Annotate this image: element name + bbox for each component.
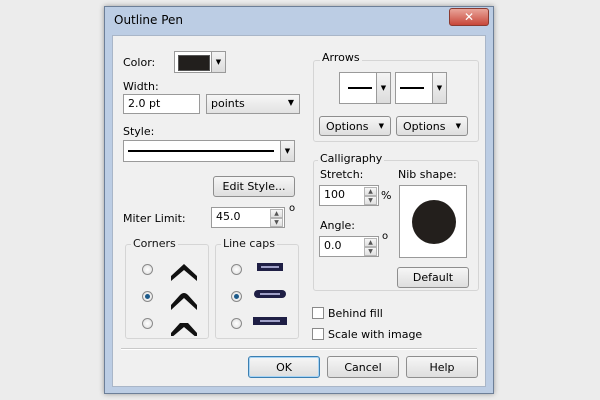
spin-down-icon[interactable]: ▼: [364, 247, 377, 256]
options-label: Options: [326, 119, 369, 133]
corner-round-radio[interactable]: [142, 291, 153, 302]
chevron-down-icon: ▼: [455, 122, 461, 130]
spin-up-icon[interactable]: ▲: [364, 187, 377, 196]
line-caps-title: Line caps: [221, 237, 277, 250]
behind-fill-checkbox[interactable]: [312, 307, 324, 319]
degree-symbol: o: [289, 203, 296, 214]
corner-miter-radio[interactable]: [142, 264, 153, 275]
width-value: 2.0 pt: [128, 97, 161, 110]
corner-styles-icon: [171, 264, 197, 336]
cancel-button[interactable]: Cancel: [327, 356, 399, 378]
spin-down-icon[interactable]: ▼: [364, 196, 377, 205]
corners-title: Corners: [131, 237, 178, 250]
width-units-value: points: [211, 97, 245, 110]
stretch-spinner[interactable]: ▲ ▼: [364, 187, 377, 205]
chevron-down-icon: ▼: [287, 98, 294, 107]
style-dropdown-arrow[interactable]: ▼: [280, 141, 294, 161]
outline-pen-dialog: Outline Pen ✕ Color: ▼ Width: 2.0 pt poi…: [104, 6, 494, 394]
color-picker[interactable]: ▼: [174, 51, 226, 73]
stretch-label: Stretch:: [320, 168, 364, 181]
miter-limit-label: Miter Limit:: [123, 212, 186, 225]
degree-symbol: o: [382, 231, 389, 242]
chevron-down-icon: ▼: [436, 84, 443, 92]
cap-square-radio[interactable]: [231, 318, 242, 329]
start-arrow-select[interactable]: ▼: [339, 72, 391, 104]
line-style-preview: [128, 150, 274, 152]
chevron-down-icon: ▼: [215, 58, 222, 66]
chevron-down-icon: ▼: [284, 147, 291, 155]
start-arrow-preview: [348, 87, 372, 89]
color-dropdown-arrow[interactable]: ▼: [211, 52, 225, 72]
end-arrow-preview: [400, 87, 424, 89]
scale-with-image-checkbox[interactable]: [312, 328, 324, 340]
spin-up-icon[interactable]: ▲: [270, 209, 283, 218]
style-label: Style:: [123, 125, 155, 138]
spin-up-icon[interactable]: ▲: [364, 238, 377, 247]
percent-symbol: %: [381, 189, 392, 202]
options-label: Options: [403, 119, 446, 133]
close-button[interactable]: ✕: [449, 8, 489, 26]
end-arrow-dropdown[interactable]: ▼: [432, 73, 446, 103]
window-title: Outline Pen: [114, 13, 184, 27]
nib-shape-preview[interactable]: [399, 185, 467, 258]
color-label: Color:: [123, 56, 156, 69]
color-swatch: [178, 55, 210, 71]
line-style-select[interactable]: ▼: [123, 140, 295, 162]
corner-bevel-radio[interactable]: [142, 318, 153, 329]
start-arrow-dropdown[interactable]: ▼: [376, 73, 390, 103]
edit-style-button[interactable]: Edit Style...: [213, 176, 295, 197]
arrow-start-options-button[interactable]: Options ▼: [319, 116, 391, 136]
spin-down-icon[interactable]: ▼: [270, 218, 283, 227]
miter-limit-input[interactable]: 45.0 ▲ ▼: [211, 207, 285, 228]
stretch-input[interactable]: 100 ▲ ▼: [319, 185, 379, 206]
default-nib-button[interactable]: Default: [397, 267, 469, 288]
ok-button[interactable]: OK: [248, 356, 320, 378]
miter-spinner[interactable]: ▲ ▼: [270, 209, 283, 227]
angle-label: Angle:: [320, 219, 356, 232]
behind-fill-label: Behind fill: [328, 307, 383, 320]
scale-with-image-label: Scale with image: [328, 328, 423, 341]
cap-butt-radio[interactable]: [231, 264, 242, 275]
cap-round-radio[interactable]: [231, 291, 242, 302]
arrows-title: Arrows: [320, 51, 362, 64]
calligraphy-title: Calligraphy: [318, 152, 385, 165]
title-bar[interactable]: Outline Pen ✕: [105, 7, 493, 33]
dialog-body: Color: ▼ Width: 2.0 pt points ▼ Style: ▼…: [112, 35, 486, 387]
angle-spinner[interactable]: ▲ ▼: [364, 238, 377, 256]
width-label: Width:: [123, 80, 159, 93]
help-button[interactable]: Help: [406, 356, 478, 378]
angle-value: 0.0: [324, 239, 342, 252]
stretch-value: 100: [324, 188, 345, 201]
miter-limit-value: 45.0: [216, 210, 241, 223]
width-input[interactable]: 2.0 pt: [123, 94, 200, 114]
nib-circle: [412, 200, 456, 244]
footer-separator: [121, 348, 477, 350]
close-icon: ✕: [463, 10, 475, 24]
line-cap-styles-icon: [253, 263, 287, 325]
angle-input[interactable]: 0.0 ▲ ▼: [319, 236, 379, 257]
arrow-end-options-button[interactable]: Options ▼: [396, 116, 468, 136]
end-arrow-select[interactable]: ▼: [395, 72, 447, 104]
chevron-down-icon: ▼: [378, 122, 384, 130]
nib-shape-label: Nib shape:: [398, 168, 457, 181]
chevron-down-icon: ▼: [380, 84, 387, 92]
width-units-select[interactable]: points ▼: [206, 94, 300, 114]
